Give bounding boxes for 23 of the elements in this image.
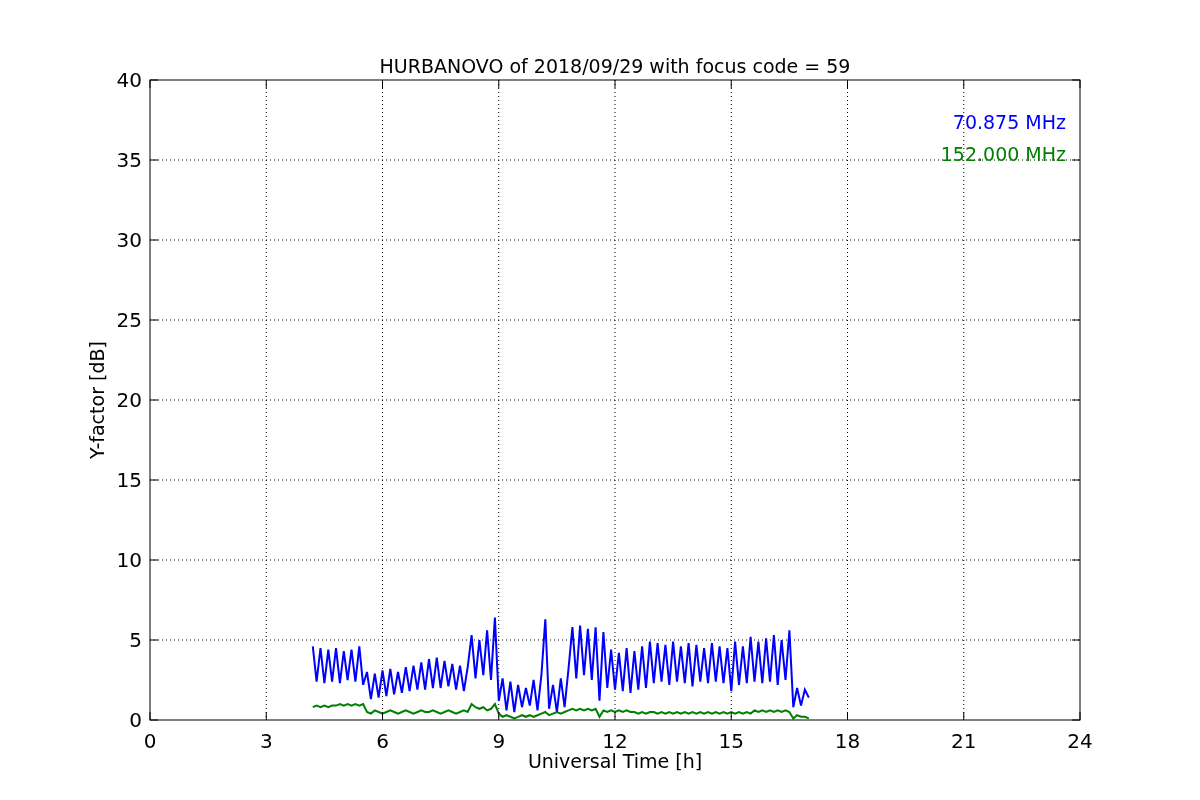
legend-label: 152.000 MHz [940,143,1066,165]
y-tick-label: 25 [116,308,142,332]
y-tick-label: 0 [129,708,142,732]
y-tick-label: 5 [129,628,142,652]
chart-title: HURBANOVO of 2018/09/29 with focus code = 59 [379,55,851,77]
x-tick-label: 0 [143,729,157,753]
y-tick-label: 30 [116,228,142,252]
y-tick-label: 15 [116,468,142,492]
x-tick-label: 24 [1067,729,1093,753]
x-tick-label: 3 [259,729,273,753]
legend-label: 70.875 MHz [952,111,1066,133]
x-tick-label: 9 [492,729,506,753]
x-tick-label: 15 [718,729,744,753]
x-tick-label: 12 [602,729,628,753]
x-tick-label: 6 [376,729,389,753]
y-tick-label: 20 [116,388,142,412]
x-tick-label: 18 [834,729,861,753]
y-tick-label: 40 [116,68,142,92]
y-tick-label: 10 [116,548,142,572]
x-axis-label: Universal Time [h] [527,750,703,772]
y-tick-label: 35 [116,148,142,172]
x-tick-label: 21 [951,729,977,753]
y-axis-label: Y-factor [dB] [86,341,108,459]
